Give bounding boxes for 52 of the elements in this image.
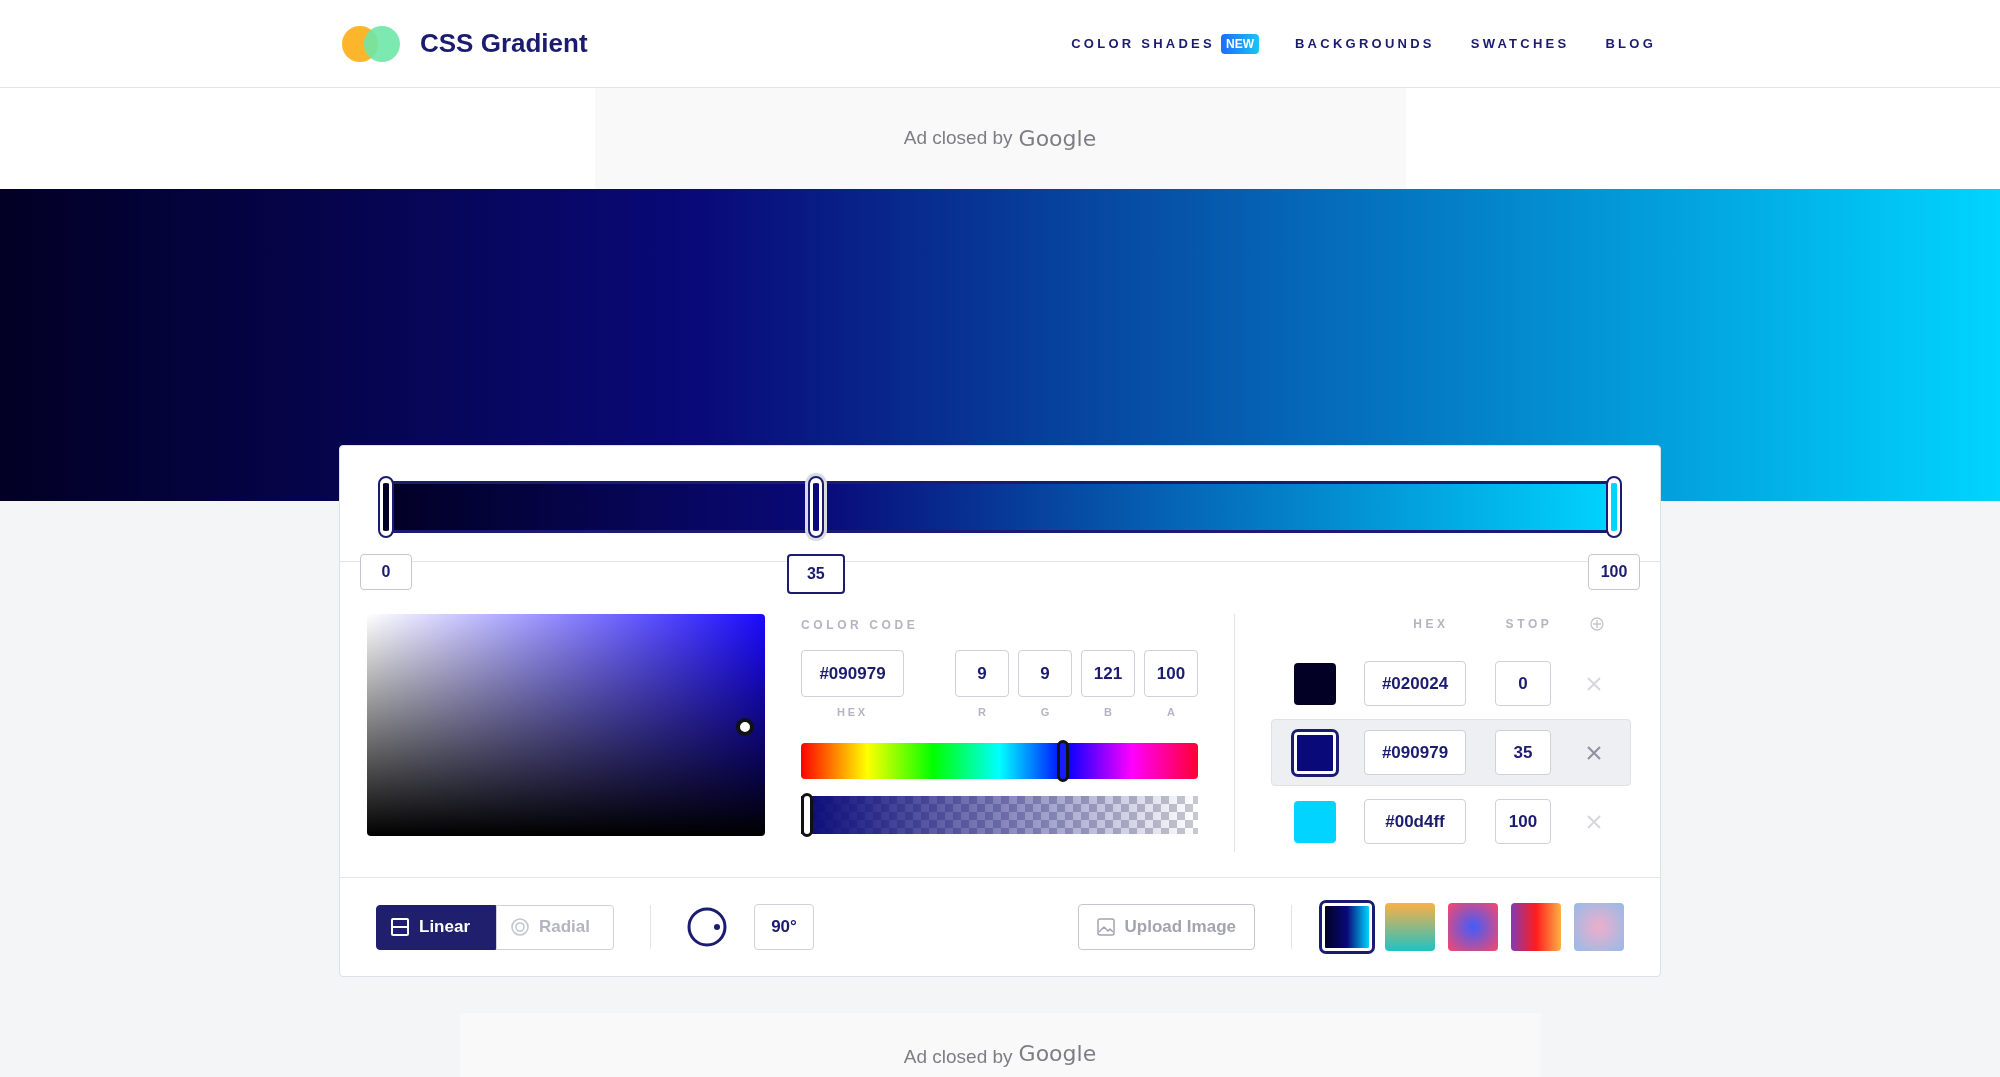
stop-row[interactable]: #090979 35 (1271, 719, 1631, 786)
section-label: COLOR CODE (801, 617, 920, 634)
color-swatch[interactable] (1294, 800, 1336, 843)
site-title[interactable]: CSS Gradient (420, 24, 588, 63)
nav-link[interactable]: COLOR SHADES (1071, 33, 1215, 54)
stop-input[interactable]: 35 (1495, 730, 1551, 775)
close-icon[interactable] (1586, 744, 1602, 761)
stop-position-input[interactable]: 100 (1588, 554, 1640, 590)
gradient-preset[interactable] (1322, 903, 1372, 951)
nav-link[interactable]: BLOG (1605, 33, 1656, 54)
channel-input[interactable]: 121 (1081, 650, 1135, 697)
stop-input[interactable]: 0 (1495, 661, 1551, 706)
field-label: HEX (837, 705, 868, 720)
ad-text: Ad closed by (903, 1045, 1013, 1069)
hex-input[interactable]: #090979 (1364, 730, 1466, 775)
field-label: B (1104, 705, 1112, 720)
field-label: R (978, 705, 986, 720)
ad-text: Ad closed by (903, 126, 1013, 151)
field-label: A (1167, 705, 1175, 720)
channel-input[interactable]: 100 (1144, 650, 1198, 697)
color-stop-handle[interactable] (378, 476, 394, 538)
stop-position-input[interactable]: 0 (360, 554, 412, 590)
column-header: STOP (1504, 616, 1554, 633)
gradient-type-tab[interactable]: Linear (376, 904, 496, 950)
channel-input[interactable]: 9 (1018, 650, 1072, 697)
stop-position-input[interactable]: 35 (786, 554, 845, 594)
hex-input[interactable]: #00d4ff (1364, 799, 1466, 844)
angle-dial-icon[interactable] (687, 907, 727, 947)
ad-brand: Google (1018, 1043, 1097, 1065)
color-swatch[interactable] (1294, 662, 1336, 705)
color-stop-handle[interactable] (1606, 476, 1622, 538)
square-split-icon (391, 918, 409, 936)
color-stop-handle[interactable] (807, 476, 824, 538)
column-header: HEX (1412, 616, 1450, 633)
slider-handle[interactable] (801, 792, 813, 837)
image-icon (1096, 918, 1115, 936)
channel-input[interactable]: 9 (955, 650, 1009, 697)
nav-link[interactable]: BACKGROUNDS (1294, 33, 1435, 54)
picker-handle[interactable] (736, 718, 754, 736)
field-label: G (1040, 705, 1050, 720)
slider-handle[interactable] (1057, 739, 1069, 782)
hex-input[interactable]: #090979 (801, 650, 904, 697)
saturation-picker[interactable] (367, 614, 765, 836)
stop-input[interactable]: 100 (1495, 799, 1551, 844)
ad-brand: Google (1018, 127, 1097, 150)
nav-link[interactable]: SWATCHES (1470, 33, 1570, 54)
color-swatch[interactable] (1294, 731, 1336, 774)
concentric-circles-icon (511, 918, 529, 936)
new-badge: NEW (1220, 33, 1259, 54)
angle-input[interactable]: 90° (754, 904, 814, 950)
hue-slider-track[interactable] (801, 742, 1198, 779)
hex-input[interactable]: #020024 (1364, 661, 1466, 706)
